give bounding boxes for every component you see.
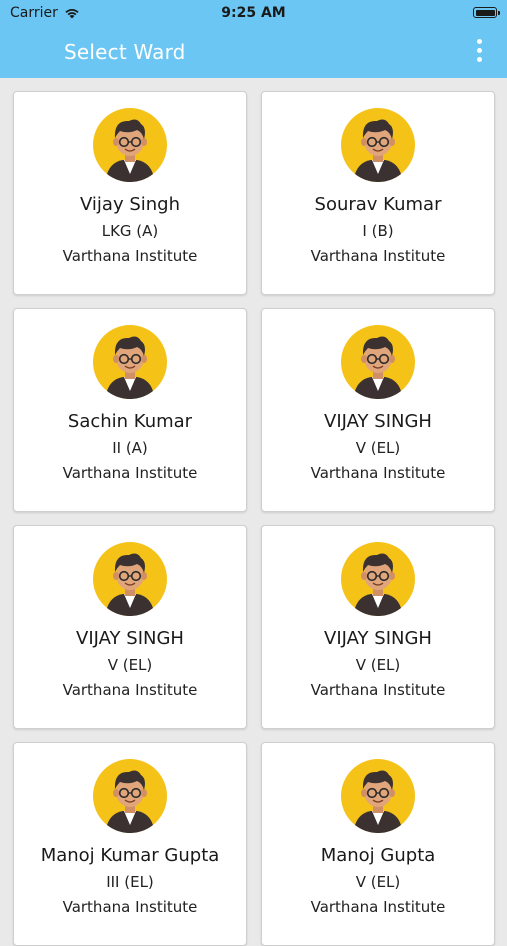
status-bar: Carrier 9:25 AM (0, 0, 507, 26)
ward-name: Sachin Kumar (67, 411, 193, 432)
ward-name: Sourav Kumar (314, 194, 442, 215)
ward-card[interactable]: Manoj Kumar Gupta III (EL) Varthana Inst… (13, 742, 247, 946)
battery-icon (473, 7, 500, 18)
student-avatar-icon (341, 542, 415, 616)
ward-name: Manoj Kumar Gupta (40, 845, 220, 866)
ward-name: VIJAY SINGH (324, 628, 432, 649)
app-bar: Select Ward (0, 26, 507, 78)
ward-class: I (B) (362, 222, 394, 240)
ward-school: Varthana Institute (310, 681, 446, 699)
page-title: Select Ward (64, 40, 186, 64)
student-avatar-icon (341, 759, 415, 833)
ward-school: Varthana Institute (310, 464, 446, 482)
ward-school: Varthana Institute (62, 247, 198, 265)
ward-school: Varthana Institute (310, 898, 446, 916)
ward-school: Varthana Institute (310, 247, 446, 265)
ward-class: V (EL) (355, 656, 401, 674)
ward-class: V (EL) (107, 656, 153, 674)
ward-school: Varthana Institute (62, 464, 198, 482)
ward-name: Manoj Gupta (320, 845, 436, 866)
ward-card[interactable]: Manoj Gupta V (EL) Varthana Institute (261, 742, 495, 946)
ward-card[interactable]: VIJAY SINGH V (EL) Varthana Institute (261, 525, 495, 729)
ward-class: II (A) (112, 439, 148, 457)
ward-card[interactable]: Sachin Kumar II (A) Varthana Institute (13, 308, 247, 512)
ward-card[interactable]: Vijay Singh LKG (A) Varthana Institute (13, 91, 247, 295)
ward-school: Varthana Institute (62, 898, 198, 916)
ward-card[interactable]: VIJAY SINGH V (EL) Varthana Institute (13, 525, 247, 729)
student-avatar-icon (341, 325, 415, 399)
ward-grid: Vijay Singh LKG (A) Varthana Institute S… (13, 91, 495, 946)
ward-class: V (EL) (355, 439, 401, 457)
student-avatar-icon (93, 325, 167, 399)
student-avatar-icon (93, 542, 167, 616)
ward-class: III (EL) (106, 873, 154, 891)
student-avatar-icon (93, 759, 167, 833)
ward-name: VIJAY SINGH (324, 411, 432, 432)
ward-card[interactable]: VIJAY SINGH V (EL) Varthana Institute (261, 308, 495, 512)
ward-school: Varthana Institute (62, 681, 198, 699)
ward-class: V (EL) (355, 873, 401, 891)
more-vert-icon[interactable] (469, 39, 489, 67)
student-avatar-icon (341, 108, 415, 182)
ward-class: LKG (A) (101, 222, 159, 240)
status-time: 9:25 AM (221, 5, 286, 21)
ward-name: Vijay Singh (80, 194, 180, 215)
ward-name: VIJAY SINGH (76, 628, 184, 649)
student-avatar-icon (93, 108, 167, 182)
ward-card[interactable]: Sourav Kumar I (B) Varthana Institute (261, 91, 495, 295)
